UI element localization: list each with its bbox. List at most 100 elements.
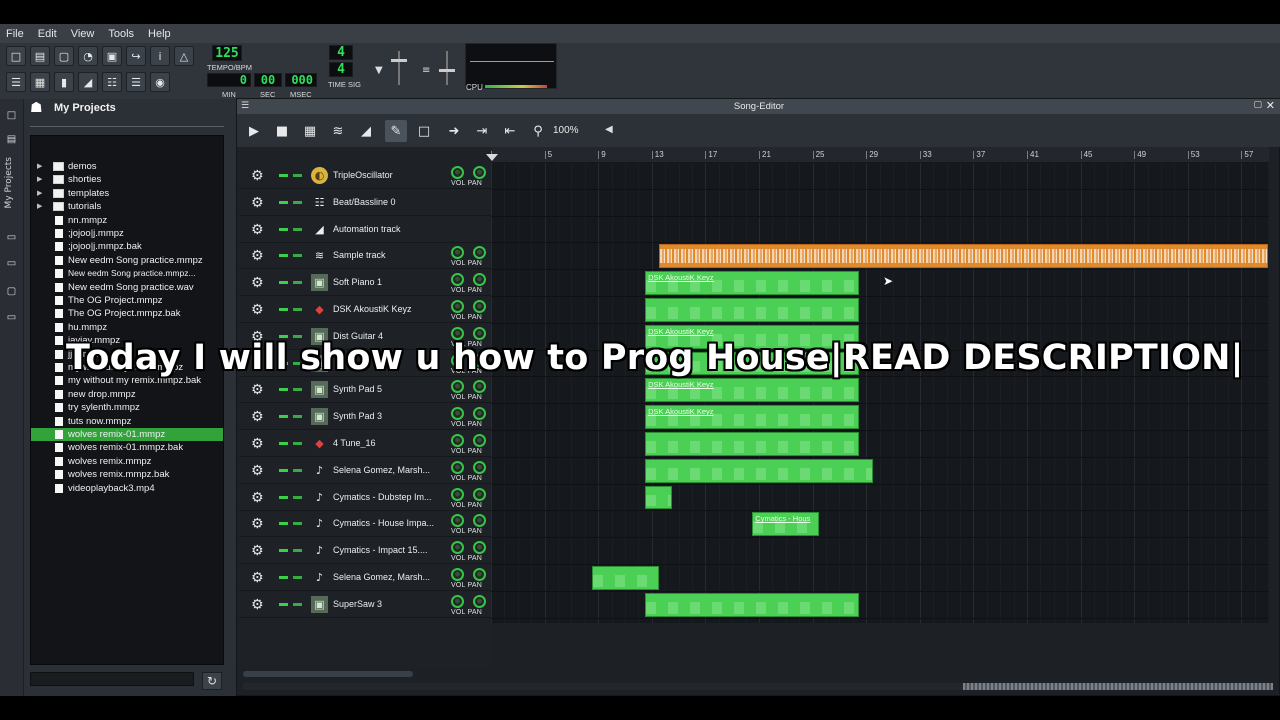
pattern-clip[interactable]: DSK AkoustiK Keyz: [645, 378, 860, 403]
pattern-clip[interactable]: DSK AkoustiK Keyz: [645, 271, 860, 295]
menu-edit[interactable]: Edit: [38, 28, 57, 40]
menu-file[interactable]: File: [6, 28, 24, 40]
tree-file[interactable]: wolves remix.mmpz.bak: [31, 468, 223, 481]
solo-button[interactable]: [293, 495, 302, 499]
new-from-template-icon[interactable]: ▤: [30, 46, 50, 66]
tree-file[interactable]: hu.mmpz: [31, 321, 223, 334]
mute-button[interactable]: [279, 576, 288, 579]
mute-button[interactable]: [279, 468, 288, 472]
menu-view[interactable]: View: [71, 28, 95, 40]
solo-button[interactable]: [293, 200, 302, 204]
sample-clip[interactable]: [658, 244, 1269, 269]
solo-button[interactable]: [293, 227, 302, 231]
playhead-marker[interactable]: [486, 154, 498, 161]
piano-roll-icon[interactable]: ▮: [54, 72, 74, 92]
note-icon[interactable]: ♪: [311, 569, 328, 586]
mute-button[interactable]: [279, 388, 288, 392]
dsk-icon[interactable]: ◆: [311, 301, 328, 318]
mute-button[interactable]: [279, 254, 288, 258]
instrument-icon[interactable]: ▣: [311, 408, 328, 426]
track-row[interactable]: ⚙ ♪ Selena Gomez, Marsh... VOL PAN: [239, 565, 491, 591]
song-grid[interactable]: DSK AkoustiK Keyz DSK AkoustiK Keyz DSK Ak…: [491, 163, 1269, 623]
track-settings-gear-icon[interactable]: ⚙: [251, 597, 264, 613]
pan-knob[interactable]: [473, 246, 486, 260]
track-settings-gear-icon[interactable]: ⚙: [251, 168, 264, 184]
solo-button[interactable]: [293, 388, 302, 392]
volume-knob[interactable]: [451, 434, 464, 447]
track-name[interactable]: SuperSaw 3: [333, 599, 441, 609]
track-settings-gear-icon[interactable]: ⚙: [251, 195, 264, 211]
pattern-clip[interactable]: [645, 485, 672, 510]
note-icon[interactable]: ♪: [311, 515, 328, 532]
metronome-icon[interactable]: △: [174, 46, 194, 66]
tree-folder[interactable]: ▶ tutorials: [31, 200, 223, 213]
play-icon[interactable]: ▶: [243, 120, 265, 142]
solo-button[interactable]: [293, 415, 302, 419]
pan-knob[interactable]: [473, 541, 486, 555]
my-projects-tab-icon[interactable]: ▤: [5, 133, 18, 146]
recent-projects-icon[interactable]: ◔: [78, 46, 98, 66]
tree-file[interactable]: tuts now.mmpz: [31, 415, 223, 428]
pattern-clip[interactable]: [591, 566, 659, 590]
track-row[interactable]: ⚙ ♪ Cymatics - Impact 15.... VOL PAN: [239, 538, 491, 565]
open-project-icon[interactable]: ▢: [54, 46, 74, 66]
tree-folder[interactable]: ▶ templates: [31, 187, 223, 200]
note-icon[interactable]: ♪: [311, 489, 328, 506]
note-icon[interactable]: ♪: [311, 462, 328, 479]
loop-points-icon[interactable]: ⇥: [471, 120, 493, 142]
solo-button[interactable]: [293, 308, 302, 311]
whats-this-icon[interactable]: i: [150, 46, 170, 66]
menu-tools[interactable]: Tools: [108, 28, 134, 40]
controller-rack-icon[interactable]: ◉: [150, 72, 170, 92]
root-directory-icon[interactable]: ▭: [5, 311, 18, 324]
tree-file[interactable]: nn.mmpz: [31, 214, 223, 227]
pan-knob[interactable]: [473, 166, 486, 179]
sample-icon[interactable]: ≋: [311, 247, 328, 264]
solo-button[interactable]: [293, 602, 302, 606]
pattern-clip[interactable]: DSK AkoustiK Keyz: [645, 405, 860, 429]
solo-button[interactable]: [293, 522, 302, 526]
mute-button[interactable]: [279, 281, 288, 285]
pan-knob[interactable]: [473, 380, 486, 394]
fx-mixer-icon[interactable]: ☷: [102, 72, 122, 92]
track-row[interactable]: ⚙ ≋ Sample track VOL PAN: [239, 243, 491, 270]
track-row[interactable]: ⚙ ◆ DSK AkoustiK Keyz VOL PAN: [239, 297, 491, 323]
tree-file[interactable]: New eedm Song practice.mmpz: [31, 254, 223, 267]
tree-folder[interactable]: ▶ shorties: [31, 173, 223, 186]
volume-knob[interactable]: [451, 487, 464, 501]
track-row[interactable]: ⚙ ◆ 4 Tune_16 VOL PAN: [239, 431, 491, 457]
my-projects-tab[interactable]: My Projects: [4, 157, 14, 208]
volume-knob[interactable]: [451, 380, 464, 394]
track-name[interactable]: Cymatics - Impact 15....: [333, 545, 441, 555]
tree-file[interactable]: wolves remix.mmpz: [31, 455, 223, 468]
master-pitch-slider[interactable]: [446, 51, 448, 85]
track-row[interactable]: ⚙ ◢ Automation track: [239, 217, 491, 243]
volume-knob[interactable]: [451, 246, 464, 260]
solo-button[interactable]: [293, 549, 302, 553]
track-settings-gear-icon[interactable]: ⚙: [251, 436, 264, 452]
track-row[interactable]: ⚙ ◐ TripleOscillator VOL PAN: [239, 163, 491, 189]
menu-help[interactable]: Help: [148, 28, 171, 40]
track-settings-gear-icon[interactable]: ⚙: [251, 409, 264, 425]
tempo-display[interactable]: 125: [212, 45, 242, 61]
pattern-clip[interactable]: [645, 592, 860, 617]
track-settings-gear-icon[interactable]: ⚙: [251, 570, 264, 586]
solo-button[interactable]: [293, 174, 302, 177]
expand-arrow-icon[interactable]: ▶: [37, 200, 42, 213]
tree-file[interactable]: videoplayback3.mp4: [31, 482, 223, 495]
solo-button[interactable]: [293, 442, 302, 445]
edit-mode-icon[interactable]: □: [413, 120, 435, 142]
track-name[interactable]: Soft Piano 1: [333, 277, 441, 287]
add-sample-track-icon[interactable]: ≋: [327, 120, 349, 142]
mute-button[interactable]: [279, 200, 288, 204]
track-name[interactable]: Cymatics - House Impa...: [333, 518, 441, 528]
volume-knob[interactable]: [451, 166, 464, 179]
mute-button[interactable]: [279, 442, 288, 445]
stop-icon[interactable]: ■: [271, 120, 293, 142]
track-row[interactable]: ⚙ ☷ Beat/Bassline 0: [239, 190, 491, 216]
song-editor-icon[interactable]: ☰: [6, 72, 26, 92]
add-automation-track-icon[interactable]: ◢: [355, 120, 377, 142]
solo-button[interactable]: [293, 468, 302, 472]
track-settings-gear-icon[interactable]: ⚙: [251, 248, 264, 264]
my-home-icon[interactable]: ▢: [5, 285, 18, 298]
